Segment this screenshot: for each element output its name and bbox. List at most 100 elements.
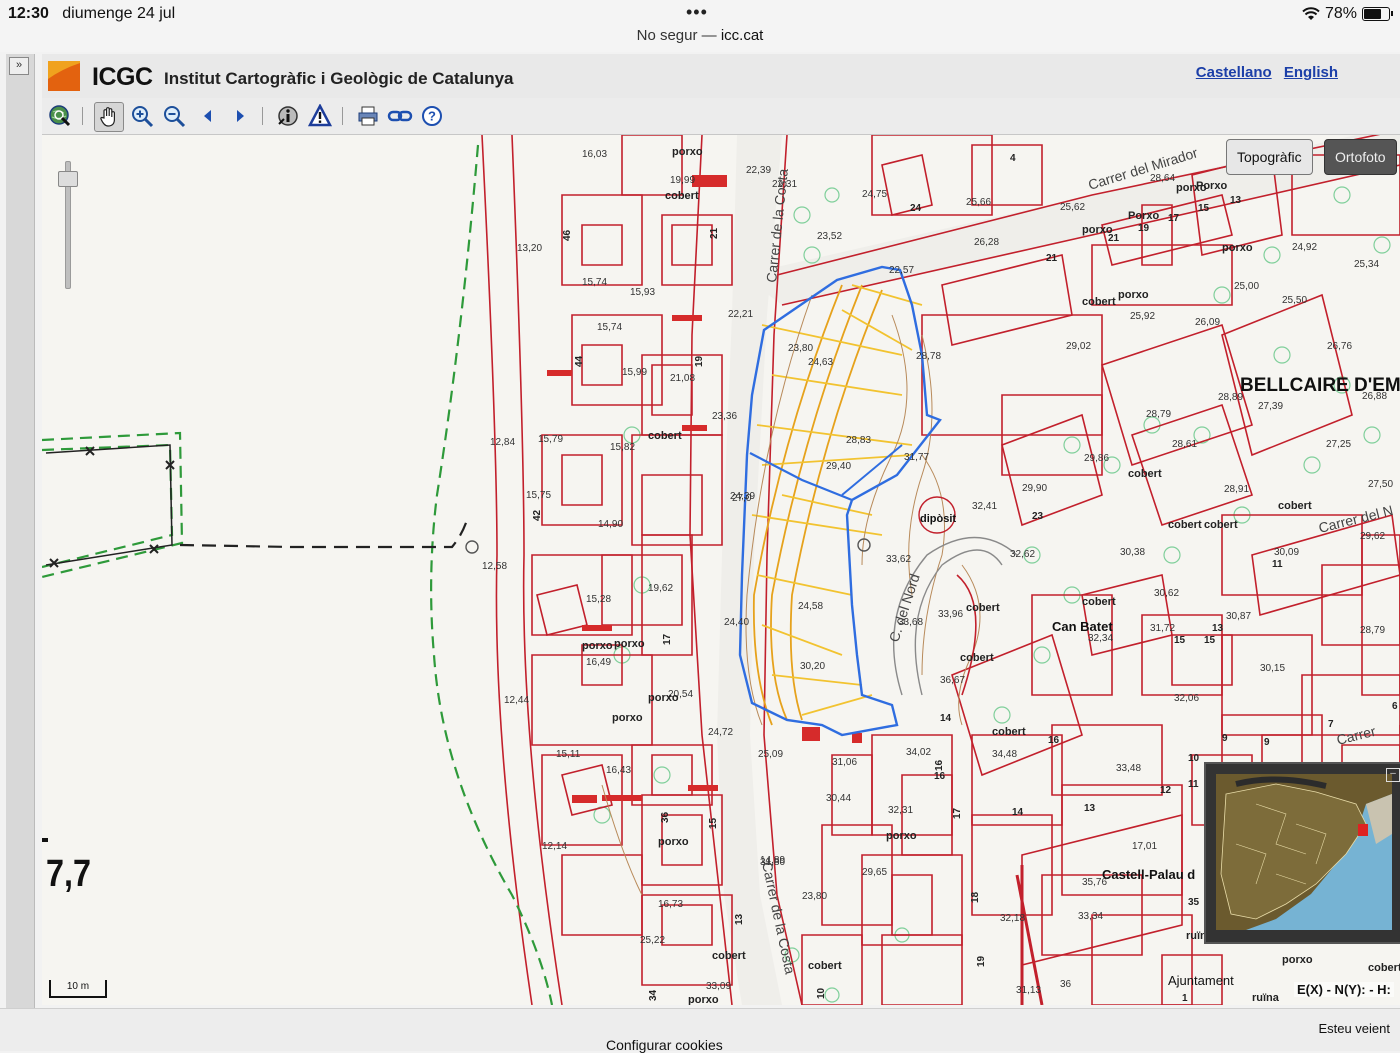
elev-label: 28,64 <box>1150 173 1175 184</box>
elev-label: 23,36 <box>712 411 737 422</box>
brand-short: ICGC <box>92 63 153 91</box>
elev-label: 14,90 <box>598 519 623 530</box>
footer-bar: Esteu veient Configurar cookies <box>0 1008 1400 1053</box>
map-canvas[interactable]: 16,03 19,99 22,39 22,31 24,75 25,66 25,6… <box>42 135 1400 1005</box>
elev-label: 29,65 <box>862 867 887 878</box>
elev-label: 16,49 <box>586 657 611 668</box>
zoom-slider-handle[interactable] <box>58 171 78 187</box>
elev-label: 29,02 <box>1066 341 1091 352</box>
elev-label: 30,62 <box>1154 588 1179 599</box>
elev-label: 32,18 <box>1000 913 1025 924</box>
elev-label: 26,28 <box>974 237 999 248</box>
elev-label: 17,01 <box>1132 841 1157 852</box>
house-number: 17 <box>662 633 673 645</box>
elev-label: 27,25 <box>1326 439 1351 450</box>
side-value-label: 7,7 <box>46 853 91 895</box>
street-label: C. del Nord <box>886 572 923 644</box>
house-number: 6 <box>1392 701 1398 712</box>
previous-view-icon[interactable] <box>194 102 222 130</box>
elev-label: 32,62 <box>1010 549 1035 560</box>
annotation-label: cobert <box>1082 296 1116 308</box>
annotation-label: cobert <box>1128 468 1162 480</box>
globe-search-icon[interactable] <box>46 102 74 130</box>
url-bar[interactable]: No segur — icc.cat <box>0 27 1400 44</box>
elev-label: 31,77 <box>904 452 929 463</box>
house-number: 15 <box>1198 203 1210 214</box>
house-number: 15 <box>1204 635 1216 646</box>
elev-label: 24,92 <box>1292 242 1317 253</box>
app-header: ICGC Institut Cartogràfic i Geològic de … <box>42 54 1400 99</box>
lang-english-link[interactable]: English <box>1284 64 1338 81</box>
icgc-logo-icon <box>48 61 80 91</box>
annotation-label: cobert <box>1168 519 1202 531</box>
annotation-label: cobert <box>648 430 682 442</box>
pan-hand-icon[interactable] <box>94 102 124 132</box>
elev-label: 24,63 <box>808 357 833 368</box>
house-number: 11 <box>1272 559 1283 570</box>
house-number: 13 <box>1230 195 1242 206</box>
elev-label: 28,61 <box>1172 439 1197 450</box>
annotation-label: porxo <box>614 638 645 650</box>
annotation-label: cobert <box>1368 962 1400 974</box>
overview-map[interactable]: – <box>1204 762 1400 944</box>
overview-map-image[interactable] <box>1216 774 1392 930</box>
info-icon[interactable] <box>274 102 302 130</box>
annotation-label: porxo <box>1222 242 1253 254</box>
zoom-out-icon[interactable] <box>160 102 188 130</box>
overview-collapse-icon[interactable]: – <box>1386 768 1400 782</box>
coords-readout: E(X) - N(Y): - H: <box>1294 982 1394 997</box>
elev-label: 15,74 <box>597 322 622 333</box>
house-number: 1 <box>1182 993 1188 1004</box>
expand-panel-icon[interactable]: » <box>9 57 29 75</box>
elev-label: 15,75 <box>526 490 551 501</box>
place-label-bellcaire: BELLCAIRE D'EMPO <box>1240 375 1400 396</box>
layer-topografic-button[interactable]: Topogràfic <box>1226 139 1313 175</box>
battery-percent: 78% <box>1324 5 1357 22</box>
house-number: 7 <box>1328 719 1334 730</box>
elev-label: 30,15 <box>1260 663 1285 674</box>
elev-label: 22,39 <box>746 165 771 176</box>
elev-label: 24,58 <box>798 601 823 612</box>
lang-castellano-link[interactable]: Castellano <box>1196 64 1272 81</box>
house-number: 13 <box>1084 803 1096 814</box>
side-panel-strip: » <box>6 54 35 1008</box>
house-number: 19 <box>694 355 705 367</box>
annotation-label: porxo <box>1282 954 1313 966</box>
brand-full: Institut Cartogràfic i Geològic de Catal… <box>164 69 514 88</box>
cookies-link[interactable]: Configurar cookies <box>606 1037 723 1053</box>
annotation-label: porxo <box>582 640 613 652</box>
elev-label: 25,50 <box>1282 295 1307 306</box>
annotation-label: Porxo <box>1196 180 1227 192</box>
layer-ortofoto-button[interactable]: Ortofoto <box>1324 139 1397 175</box>
topographic-map[interactable]: 16,03 19,99 22,39 22,31 24,75 25,66 25,6… <box>42 135 1400 1005</box>
battery-icon <box>1362 7 1393 21</box>
elev-label: 32,34 <box>1088 633 1113 644</box>
annotation-label: porxo <box>1082 224 1113 236</box>
elev-label: 12,44 <box>504 695 529 706</box>
annotation-label: cobert <box>712 950 746 962</box>
scale-bar: 10 m <box>49 980 107 998</box>
warning-icon[interactable] <box>306 102 334 130</box>
house-number: 13 <box>1212 623 1224 634</box>
house-number: 10 <box>1188 753 1200 764</box>
elev-label: 27,39 <box>1258 401 1283 412</box>
house-number: 10 <box>816 987 827 999</box>
print-icon[interactable] <box>354 102 382 130</box>
zoom-in-icon[interactable] <box>128 102 156 130</box>
help-icon[interactable]: ? <box>418 102 446 130</box>
annotation-label: cobert <box>808 960 842 972</box>
house-number: 9 <box>1264 737 1270 748</box>
elev-label: 33,34 <box>1078 911 1103 922</box>
elev-label: 26,09 <box>1195 317 1220 328</box>
house-number: 18 <box>970 891 981 903</box>
elev-label: 28,78 <box>916 351 941 362</box>
house-number: 14 <box>1012 807 1024 818</box>
link-icon[interactable] <box>386 102 414 130</box>
annotation-label: porxo <box>658 836 689 848</box>
elev-label: 31,06 <box>832 757 857 768</box>
next-view-icon[interactable] <box>226 102 254 130</box>
elev-label: 33,09 <box>706 981 731 992</box>
house-number: 44 <box>574 355 585 367</box>
more-dots-icon[interactable]: ••• <box>686 2 708 23</box>
elev-label: 15,99 <box>622 367 647 378</box>
